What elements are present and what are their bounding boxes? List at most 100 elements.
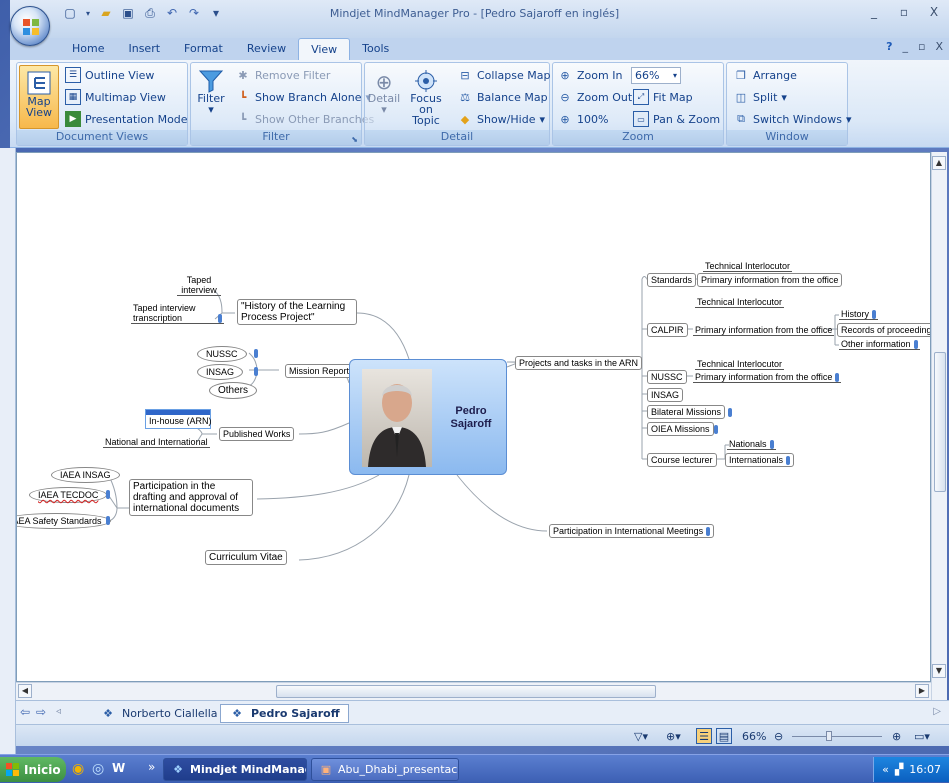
doc-restore-button[interactable]: ▫ — [918, 40, 925, 53]
node-oiea-missions[interactable]: OIEA Missions — [647, 422, 714, 436]
doc-close-button[interactable]: X — [935, 40, 943, 53]
minimize-button[interactable]: _ — [865, 5, 883, 19]
zoom-combo-dropdown-icon[interactable]: ▾ — [673, 71, 680, 80]
node-insag-report[interactable]: INSAG — [197, 364, 244, 380]
switch-windows-button[interactable]: ⧉ Switch Windows ▾ — [733, 111, 851, 127]
save-icon[interactable]: ▣ — [120, 5, 136, 21]
node-insag[interactable]: INSAG — [647, 388, 684, 402]
taskbar-mindmanager[interactable]: ❖ Mindjet MindManager... — [163, 758, 307, 781]
node-bilateral[interactable]: Bilateral Missions — [647, 405, 726, 419]
redo-icon[interactable]: ↷ — [186, 5, 202, 21]
sheet-tab-norberto[interactable]: ❖ Norberto Ciallella — [92, 704, 226, 723]
word-quicklaunch-icon[interactable]: W — [112, 761, 125, 775]
node-calpir-primary[interactable]: Primary information from the office — [693, 325, 835, 336]
node-curriculum-vitae[interactable]: Curriculum Vitae — [205, 550, 287, 565]
taskbar-presentation[interactable]: ▣ Abu_Dhabi_presentacion2 — [311, 758, 459, 781]
status-map-view-icon[interactable]: ☰ — [696, 728, 712, 744]
status-detail-icon[interactable]: ⊕▾ — [666, 728, 681, 744]
zoom-level-combo[interactable]: 66% ▾ — [631, 67, 681, 84]
pan-zoom-button[interactable]: ▭ Pan & Zoom — [633, 111, 720, 127]
firefox-quicklaunch-icon[interactable]: ◉ — [72, 761, 84, 777]
print-icon[interactable]: ⎙ — [142, 5, 158, 21]
zoom-slider-thumb[interactable] — [826, 730, 832, 741]
node-nussc-primary[interactable]: Primary information from the office — [693, 372, 842, 384]
horizontal-scrollbar[interactable]: ◀ ▶ — [16, 682, 931, 700]
scroll-left-arrow-icon[interactable]: ◀ — [18, 684, 32, 698]
node-internationals[interactable]: Internationals — [725, 453, 795, 468]
node-international-meetings[interactable]: Participation in International Meetings — [549, 524, 715, 539]
qat-dropdown-icon[interactable]: ▾ — [84, 5, 92, 21]
zoom-100-button[interactable]: ⊕ 100% — [557, 111, 608, 127]
new-document-icon[interactable]: ▢ — [62, 5, 78, 21]
zoom-out-button[interactable]: ⊖ Zoom Out — [557, 89, 632, 105]
tab-format[interactable]: Format — [172, 38, 235, 60]
tab-insert[interactable]: Insert — [116, 38, 172, 60]
presentation-mode-button[interactable]: ▶ Presentation Mode — [65, 111, 188, 127]
collapse-map-button[interactable]: ⊟ Collapse Map — [457, 67, 550, 83]
help-icon[interactable]: ? — [886, 40, 892, 53]
arrange-button[interactable]: ❐ Arrange — [733, 67, 797, 83]
scroll-right-arrow-icon[interactable]: ▶ — [915, 684, 929, 698]
map-canvas[interactable]: Taped interview Taped interview transcri… — [16, 152, 931, 682]
node-standards-primary[interactable]: Primary information from the office — [697, 273, 843, 287]
show-hide-button[interactable]: ◆ Show/Hide ▾ — [457, 111, 545, 127]
filter-button[interactable]: Filter ▾ — [195, 69, 227, 115]
office-button[interactable] — [10, 6, 50, 46]
clock[interactable]: 16:07 — [909, 763, 941, 776]
split-button[interactable]: ◫ Split ▾ — [733, 89, 787, 105]
detail-button[interactable]: ⊕ Detail ▾ — [367, 71, 401, 115]
ie-quicklaunch-icon[interactable]: ◎ — [92, 761, 104, 777]
node-others-report[interactable]: Others — [209, 382, 258, 399]
tray-expand-button[interactable]: « — [882, 763, 889, 776]
tab-view[interactable]: View — [298, 38, 351, 60]
node-nationals[interactable]: Nationals — [727, 439, 776, 451]
back-arrow-icon[interactable]: ⇦ — [20, 705, 30, 719]
node-participation-drafting[interactable]: Participation in the drafting and approv… — [129, 479, 253, 516]
node-iaea-insag[interactable]: IAEA INSAG — [51, 467, 120, 483]
sheet-tab-pedro[interactable]: ❖ Pedro Sajaroff — [220, 704, 349, 723]
taskbar-overflow-chevron[interactable]: » — [148, 760, 155, 774]
scroll-down-arrow-icon[interactable]: ▼ — [932, 664, 946, 678]
fit-map-button[interactable]: ⤢ Fit Map — [633, 89, 693, 105]
outline-view-button[interactable]: ☰ Outline View — [65, 67, 154, 83]
status-zoom-slider[interactable] — [792, 728, 882, 744]
focus-on-topic-button[interactable]: Focus on Topic — [403, 69, 449, 126]
tab-scroll-right-icon[interactable]: ▷ — [933, 706, 941, 717]
node-nussc-tech[interactable]: Technical Interlocutor — [695, 359, 785, 370]
doc-minimize-button[interactable]: _ — [902, 40, 908, 53]
map-view-button[interactable]: Map View — [19, 65, 59, 129]
restore-button[interactable]: ▫ — [895, 5, 913, 19]
remove-filter-button[interactable]: ✱ Remove Filter — [235, 67, 330, 83]
horizontal-scroll-thumb[interactable] — [276, 685, 656, 698]
vertical-scroll-thumb[interactable] — [934, 352, 946, 492]
node-nussc[interactable]: NUSSC — [647, 370, 687, 384]
status-zoom-out-icon[interactable]: ⊖ — [774, 728, 783, 744]
zoom-in-button[interactable]: ⊕ Zoom In — [557, 67, 622, 83]
open-folder-icon[interactable]: ▰ — [98, 5, 114, 21]
node-calpir-tech[interactable]: Technical Interlocutor — [695, 297, 785, 308]
node-calpir-history[interactable]: History — [839, 309, 879, 321]
status-filter-icon[interactable]: ▽▾ — [634, 728, 648, 744]
show-other-branches-button[interactable]: ┗ Show Other Branches — [235, 111, 375, 127]
node-taped-interview[interactable]: Taped interview — [177, 275, 221, 296]
node-standards[interactable]: Standards — [647, 273, 697, 287]
central-topic[interactable]: Pedro Sajaroff — [349, 359, 507, 475]
node-course-lecturer[interactable]: Course lecturer — [647, 453, 717, 467]
node-taped-transcription[interactable]: Taped interview transcription — [131, 303, 224, 325]
tab-tools[interactable]: Tools — [350, 38, 401, 60]
close-button[interactable]: X — [925, 5, 943, 19]
start-button[interactable]: Inicio — [0, 757, 66, 782]
customize-qat-icon[interactable]: ▾ — [208, 5, 224, 21]
tab-scroll-left-icon[interactable]: ◃ — [56, 706, 61, 717]
show-branch-alone-button[interactable]: ┗ Show Branch Alone ▾ — [235, 89, 371, 105]
node-nussc-report[interactable]: NUSSC — [197, 346, 247, 362]
node-published-works[interactable]: Published Works — [219, 427, 295, 441]
node-iaea-tecdoc[interactable]: IAEA TECDOC — [29, 487, 108, 503]
scroll-up-arrow-icon[interactable]: ▲ — [932, 156, 946, 170]
status-zoom-in-icon[interactable]: ⊕ — [892, 728, 901, 744]
node-calpir-records[interactable]: Records of proceedings — [837, 323, 930, 337]
network-tray-icon[interactable]: ▞ — [895, 763, 903, 776]
filter-dialog-launcher-icon[interactable]: ⬊ — [351, 135, 358, 144]
node-mission-reports[interactable]: Mission Reports — [285, 364, 358, 378]
multimap-view-button[interactable]: ▦ Multimap View — [65, 89, 166, 105]
